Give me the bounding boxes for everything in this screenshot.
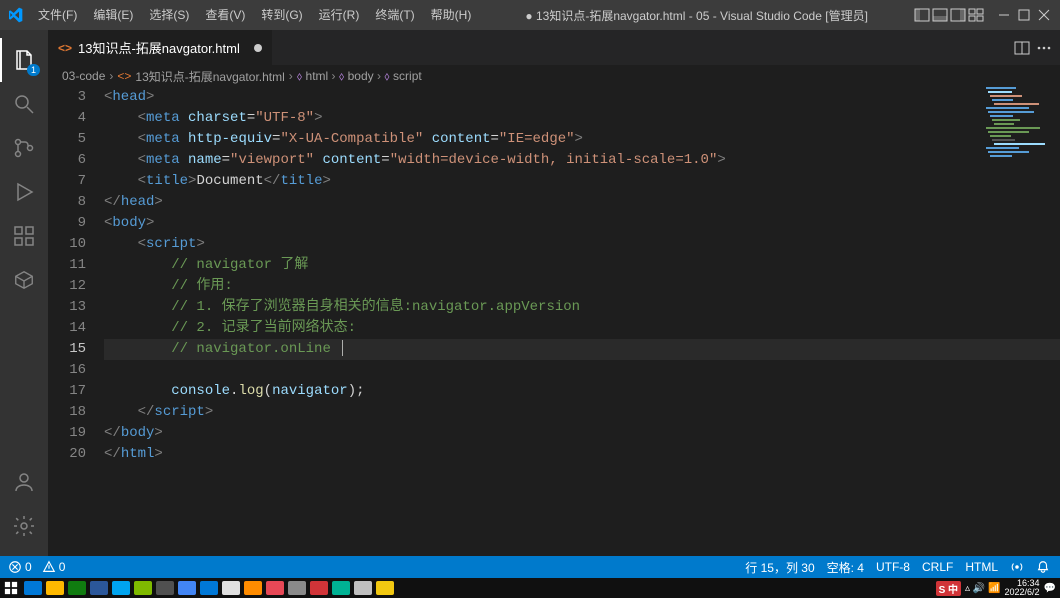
errors-value: 0: [25, 560, 32, 574]
eol[interactable]: CRLF: [922, 560, 953, 574]
menu-item[interactable]: 转到(G): [253, 0, 310, 30]
taskbar-app-icon[interactable]: [288, 581, 306, 595]
taskbar-app-icon[interactable]: [24, 581, 42, 595]
menu-item[interactable]: 帮助(H): [423, 0, 480, 30]
tab-bar: <> 13知识点-拓展navgator.html: [48, 30, 1060, 65]
more-icon[interactable]: [1036, 40, 1052, 56]
html-file-icon: <>: [58, 41, 72, 55]
breadcrumb[interactable]: 03-code › <> 13知识点-拓展navgator.html › ⬨ h…: [48, 65, 1060, 87]
explorer-icon[interactable]: 1: [0, 38, 48, 82]
gear-icon[interactable]: [0, 504, 48, 548]
close-icon[interactable]: [1036, 7, 1052, 23]
breadcrumb-folder[interactable]: 03-code: [62, 69, 105, 83]
start-icon[interactable]: [4, 581, 18, 595]
split-editor-icon[interactable]: [1014, 40, 1030, 56]
tab-file[interactable]: <> 13知识点-拓展navgator.html: [48, 30, 273, 65]
taskbar-app-icon[interactable]: [156, 581, 174, 595]
breadcrumb-node[interactable]: html: [306, 69, 329, 83]
tab-label: 13知识点-拓展navgator.html: [78, 38, 240, 57]
window-controls: [914, 7, 1060, 23]
taskbar-app-icon[interactable]: [266, 581, 284, 595]
breadcrumb-node[interactable]: body: [348, 69, 374, 83]
menu-item[interactable]: 编辑(E): [85, 0, 141, 30]
cursor-position[interactable]: 行 15，列 30: [745, 559, 814, 576]
menu-item[interactable]: 运行(R): [311, 0, 368, 30]
taskbar-app-icon[interactable]: [178, 581, 196, 595]
editor[interactable]: 34567891011121314151617181920 <head> <me…: [48, 87, 1060, 556]
taskbar-app-icon[interactable]: [200, 581, 218, 595]
search-icon[interactable]: [0, 82, 48, 126]
package-icon[interactable]: [0, 258, 48, 302]
clock-date: 2022/6/2: [1005, 588, 1040, 597]
line-gutter: 34567891011121314151617181920: [48, 87, 104, 556]
code-area[interactable]: <head> <meta charset="UTF-8"> <meta http…: [104, 87, 1060, 556]
warnings-value: 0: [59, 560, 66, 574]
account-icon[interactable]: [0, 460, 48, 504]
breadcrumb-file[interactable]: 13知识点-拓展navgator.html: [135, 68, 284, 85]
taskbar-app-icon[interactable]: [46, 581, 64, 595]
notification-center-icon[interactable]: 💬: [1044, 583, 1056, 594]
menubar: 文件(F)编辑(E)选择(S)查看(V)转到(G)运行(R)终端(T)帮助(H)…: [0, 0, 1060, 30]
taskbar-app-icon[interactable]: [90, 581, 108, 595]
taskbar-app-icon[interactable]: [332, 581, 350, 595]
taskbar-app-icon[interactable]: [376, 581, 394, 595]
language-mode[interactable]: HTML: [965, 560, 998, 574]
taskbar-app-icon[interactable]: [112, 581, 130, 595]
layout-grid-icon[interactable]: [968, 7, 984, 23]
ime-icon[interactable]: S 中: [936, 581, 961, 596]
encoding[interactable]: UTF-8: [876, 560, 910, 574]
taskbar-app-icon[interactable]: [244, 581, 262, 595]
system-tray[interactable]: S 中 ▵ 🔊 📶 16:34 2022/6/2 💬: [936, 579, 1056, 597]
taskbar-app-icon[interactable]: [68, 581, 86, 595]
layout-bottom-icon[interactable]: [932, 7, 948, 23]
menu-item[interactable]: 查看(V): [197, 0, 253, 30]
breadcrumb-node[interactable]: script: [393, 69, 422, 83]
layout-left-icon[interactable]: [914, 7, 930, 23]
menu-item[interactable]: 文件(F): [30, 0, 85, 30]
taskbar-app-icon[interactable]: [134, 581, 152, 595]
status-bar: 0 0 行 15，列 30 空格: 4 UTF-8 CRLF HTML: [0, 556, 1060, 578]
taskbar-clock[interactable]: 16:34 2022/6/2: [1005, 579, 1040, 597]
maximize-icon[interactable]: [1016, 7, 1032, 23]
windows-taskbar: S 中 ▵ 🔊 📶 16:34 2022/6/2 💬: [0, 578, 1060, 598]
html-file-icon: <>: [117, 69, 131, 83]
menu-item[interactable]: 终端(T): [367, 0, 422, 30]
indentation[interactable]: 空格: 4: [827, 559, 864, 576]
run-debug-icon[interactable]: [0, 170, 48, 214]
dirty-indicator-icon: [254, 44, 262, 52]
chevron-right-icon: ›: [289, 69, 293, 83]
minimize-icon[interactable]: [996, 7, 1012, 23]
menu-item[interactable]: 选择(S): [141, 0, 197, 30]
extensions-icon[interactable]: [0, 214, 48, 258]
vscode-logo-icon: [0, 7, 30, 23]
activity-bar: 1: [0, 30, 48, 556]
notifications-icon[interactable]: [1036, 560, 1050, 574]
errors-count[interactable]: 0: [8, 560, 32, 574]
warnings-count[interactable]: 0: [42, 560, 66, 574]
menu-items: 文件(F)编辑(E)选择(S)查看(V)转到(G)运行(R)终端(T)帮助(H): [30, 0, 479, 30]
chevron-right-icon: ›: [109, 69, 113, 83]
window-title: ● 13知识点-拓展navgator.html - 05 - Visual St…: [479, 7, 914, 24]
taskbar-app-icon[interactable]: [354, 581, 372, 595]
live-server-icon[interactable]: [1010, 560, 1024, 574]
taskbar-app-icon[interactable]: [222, 581, 240, 595]
layout-right-icon[interactable]: [950, 7, 966, 23]
tray-icons[interactable]: ▵ 🔊 📶: [965, 583, 1000, 594]
source-control-icon[interactable]: [0, 126, 48, 170]
explorer-badge: 1: [27, 64, 40, 76]
taskbar-app-icon[interactable]: [310, 581, 328, 595]
